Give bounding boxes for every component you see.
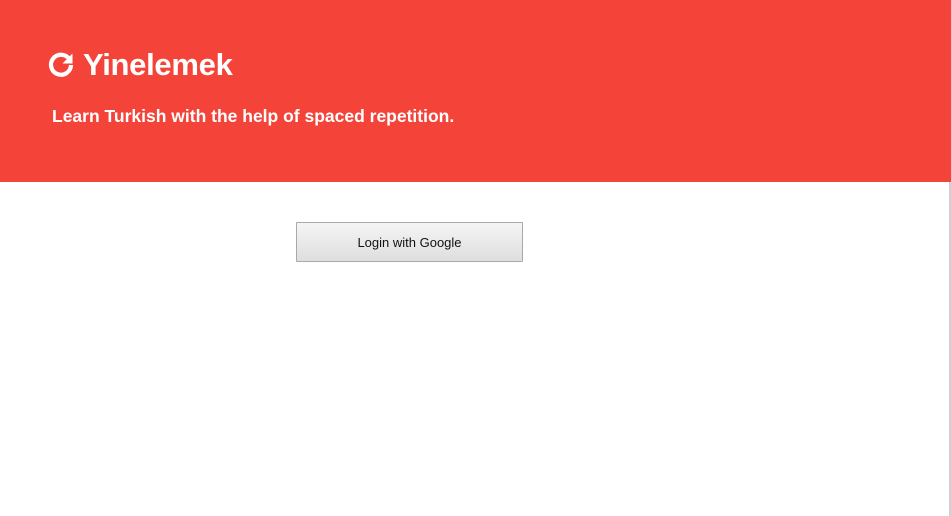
login-with-google-button[interactable]: Login with Google	[296, 222, 523, 262]
brand: Yinelemek	[47, 46, 233, 84]
brand-name: Yinelemek	[83, 47, 233, 82]
refresh-icon	[47, 51, 75, 79]
header-banner: Yinelemek Learn Turkish with the help of…	[0, 0, 951, 182]
page: Yinelemek Learn Turkish with the help of…	[0, 0, 951, 516]
tagline: Learn Turkish with the help of spaced re…	[52, 106, 455, 126]
